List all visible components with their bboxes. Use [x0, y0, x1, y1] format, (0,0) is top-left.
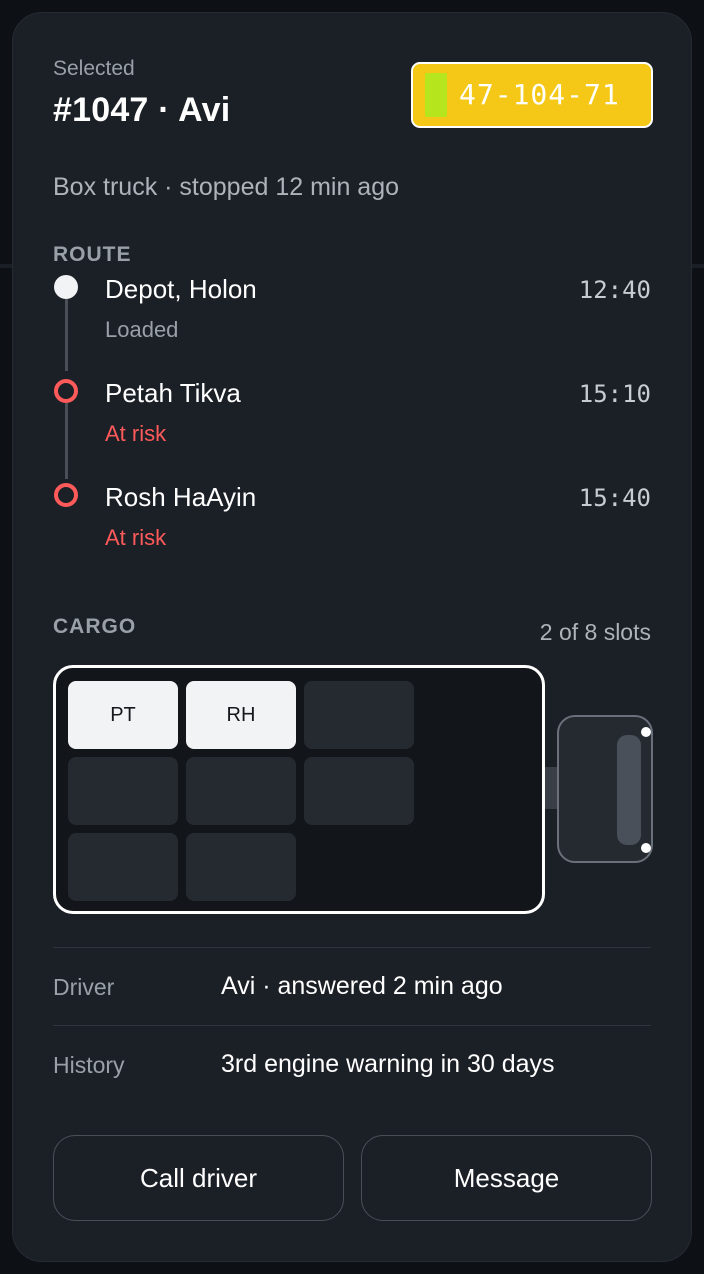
stop-time: 15:40 [578, 484, 651, 512]
license-plate: 47-104-71 [411, 62, 653, 128]
plate-number: 47-104-71 [459, 78, 620, 111]
cargo-slot[interactable] [186, 833, 296, 901]
cargo-slot[interactable] [304, 757, 414, 825]
stop-name: Rosh HaAyin [105, 482, 257, 512]
call-driver-button[interactable]: Call driver [53, 1135, 344, 1221]
stop-status: At risk [105, 421, 167, 446]
history-label: History [53, 1052, 125, 1078]
stop-name: Petah Tikva [105, 378, 241, 408]
cargo-slot[interactable]: PT [68, 681, 178, 749]
divider [53, 947, 651, 948]
stop-status: Loaded [105, 317, 179, 342]
driver-label: Driver [53, 974, 115, 1000]
headlight-icon [641, 727, 651, 737]
history-value: 3rd engine warning in 30 days [221, 1050, 555, 1078]
cargo-slot[interactable] [304, 681, 414, 749]
stop-done-icon [54, 275, 78, 299]
route-connector [65, 299, 68, 371]
cargo-slot[interactable]: RH [186, 681, 296, 749]
cargo-heading: CARGO [53, 615, 137, 638]
plate-flag-icon [425, 73, 447, 117]
stop-name: Depot, Holon [105, 274, 257, 304]
vehicle-status: Box truck · stopped 12 min ago [53, 173, 400, 201]
cargo-slot-count: 2 of 8 slots [539, 619, 651, 645]
cargo-bay: PT RH [53, 665, 545, 914]
cab-windshield [617, 735, 641, 845]
stop-time: 15:10 [578, 380, 651, 408]
stop-risk-icon [54, 483, 78, 507]
selected-label: Selected [53, 57, 135, 80]
truck-cab-icon [557, 715, 653, 863]
route-heading: ROUTE [53, 243, 132, 266]
route-connector [65, 403, 68, 479]
cargo-slot[interactable] [68, 833, 178, 901]
message-button[interactable]: Message [361, 1135, 652, 1221]
vehicle-title: #1047 · Avi [53, 91, 231, 129]
vehicle-detail-panel: Selected #1047 · Avi 47-104-71 Box truck… [12, 12, 692, 1262]
stop-status: At risk [105, 525, 167, 550]
stop-risk-icon [54, 379, 78, 403]
cargo-slot[interactable] [186, 757, 296, 825]
cargo-slot[interactable] [68, 757, 178, 825]
driver-value: Avi · answered 2 min ago [221, 972, 503, 1000]
divider [53, 1025, 651, 1026]
stop-time: 12:40 [578, 276, 651, 304]
headlight-icon [641, 843, 651, 853]
